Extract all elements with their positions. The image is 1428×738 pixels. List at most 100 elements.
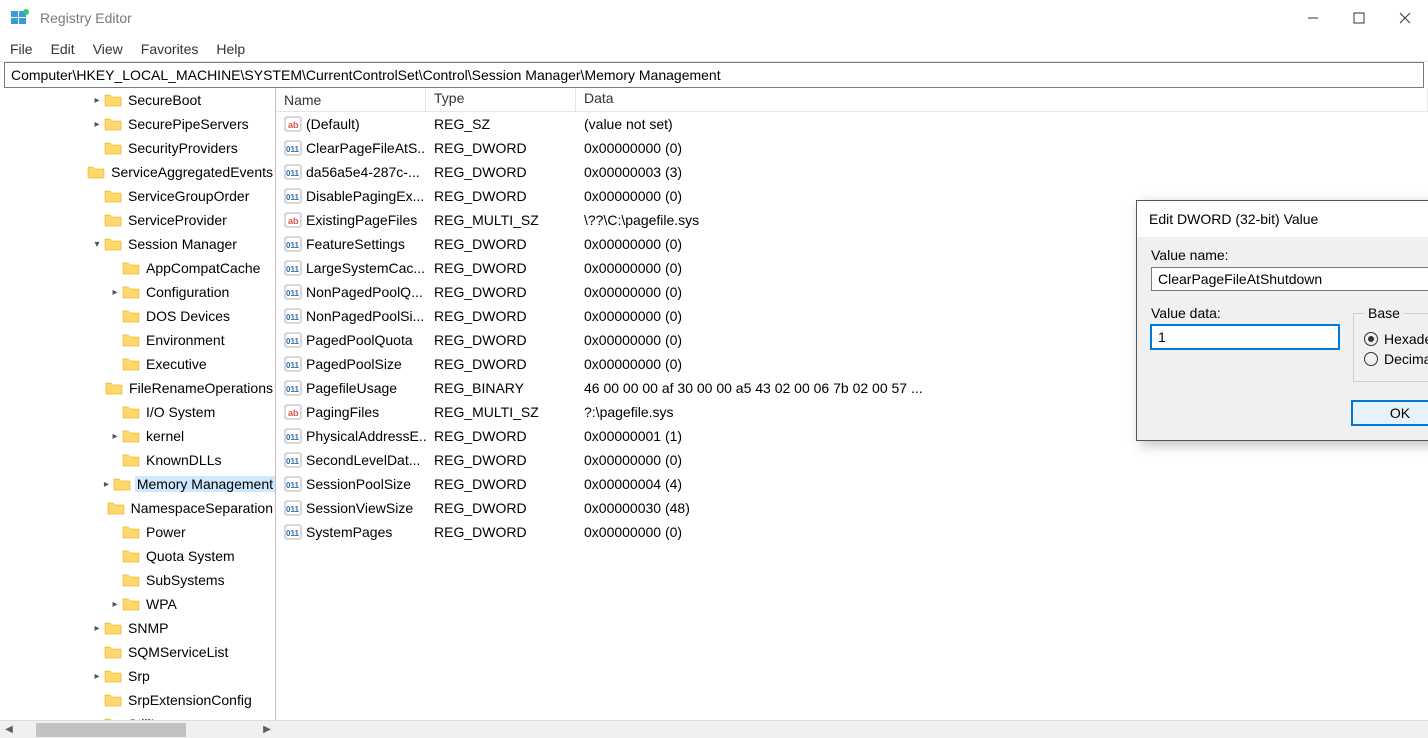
radio-hex-label: Hexadecimal xyxy=(1384,331,1428,347)
value-row[interactable]: 011ClearPageFileAtS...REG_DWORD0x0000000… xyxy=(276,136,1428,160)
col-header-name[interactable]: Name xyxy=(276,88,426,111)
col-header-type[interactable]: Type xyxy=(426,88,576,111)
dialog-titlebar[interactable]: Edit DWORD (32-bit) Value xyxy=(1137,201,1428,237)
tree-item[interactable]: ▸StillImage xyxy=(0,712,275,720)
tree-item[interactable]: ▸kernel xyxy=(0,424,275,448)
tree-item[interactable]: Executive xyxy=(0,352,275,376)
expander-icon[interactable]: ▸ xyxy=(100,479,113,490)
col-header-data[interactable]: Data xyxy=(576,88,1428,111)
tree-item[interactable]: FileRenameOperations xyxy=(0,376,275,400)
tree-item[interactable]: SubSystems xyxy=(0,568,275,592)
menu-favorites[interactable]: Favorites xyxy=(141,41,199,57)
tree-item[interactable]: ▸SNMP xyxy=(0,616,275,640)
tree-item-label: I/O System xyxy=(146,404,215,420)
value-row[interactable]: 011SecondLevelDat...REG_DWORD0x00000000 … xyxy=(276,448,1428,472)
expander-icon[interactable]: ▾ xyxy=(90,239,104,250)
expander-icon[interactable]: ▸ xyxy=(108,599,122,610)
svg-text:ab: ab xyxy=(288,216,299,226)
tree-item[interactable]: ▸ SecureBoot xyxy=(0,88,275,112)
folder-icon xyxy=(122,572,140,588)
menu-edit[interactable]: Edit xyxy=(51,41,75,57)
value-name: (Default) xyxy=(306,116,360,132)
tree-item-label: SQMServiceList xyxy=(128,644,228,660)
value-type: REG_DWORD xyxy=(426,236,576,252)
tree-item[interactable]: Quota System xyxy=(0,544,275,568)
folder-icon xyxy=(104,116,122,132)
radio-decimal[interactable]: Decimal xyxy=(1364,351,1428,367)
tree-item[interactable]: ServiceProvider xyxy=(0,208,275,232)
menu-help[interactable]: Help xyxy=(216,41,245,57)
value-type: REG_DWORD xyxy=(426,500,576,516)
value-name-input[interactable] xyxy=(1151,267,1428,291)
value-type: REG_MULTI_SZ xyxy=(426,212,576,228)
tree-item[interactable]: Power xyxy=(0,520,275,544)
tree-item-label: StillImage xyxy=(128,716,189,720)
tree-item-label: SecureBoot xyxy=(128,92,201,108)
value-row[interactable]: 011da56a5e4-287c-...REG_DWORD0x00000003 … xyxy=(276,160,1428,184)
radio-icon xyxy=(1364,332,1378,346)
close-button[interactable] xyxy=(1382,0,1428,36)
value-type-icon: 011 xyxy=(284,476,302,492)
value-type: REG_SZ xyxy=(426,116,576,132)
tree-item[interactable]: SrpExtensionConfig xyxy=(0,688,275,712)
value-row[interactable]: ab(Default)REG_SZ(value not set) xyxy=(276,112,1428,136)
tree-item[interactable]: AppCompatCache xyxy=(0,256,275,280)
expander-icon[interactable]: ▸ xyxy=(108,431,122,442)
value-type-icon: ab xyxy=(284,212,302,228)
maximize-button[interactable] xyxy=(1336,0,1382,36)
edit-dword-dialog: Edit DWORD (32-bit) Value Value name: Va… xyxy=(1136,200,1428,441)
tree-item-label: WPA xyxy=(146,596,177,612)
value-row[interactable]: 011SessionViewSizeREG_DWORD0x00000030 (4… xyxy=(276,496,1428,520)
tree-item[interactable]: ▸ Srp xyxy=(0,664,275,688)
value-type: REG_DWORD xyxy=(426,452,576,468)
tree-item[interactable]: ServiceAggregatedEvents xyxy=(0,160,275,184)
tree-item-label: FileRenameOperations xyxy=(129,380,273,396)
value-data-input[interactable] xyxy=(1151,325,1339,349)
value-type-icon: ab xyxy=(284,116,302,132)
tree-item[interactable]: SecurityProviders xyxy=(0,136,275,160)
value-row[interactable]: 011SessionPoolSizeREG_DWORD0x00000004 (4… xyxy=(276,472,1428,496)
value-type-icon: 011 xyxy=(284,428,302,444)
address-bar[interactable]: Computer\HKEY_LOCAL_MACHINE\SYSTEM\Curre… xyxy=(4,62,1424,88)
base-legend: Base xyxy=(1364,305,1404,321)
tree-item-label: Srp xyxy=(128,668,150,684)
folder-icon xyxy=(104,644,122,660)
tree-item[interactable]: ▾Session Manager xyxy=(0,232,275,256)
tree-item[interactable]: ▸Memory Management xyxy=(0,472,275,496)
menu-file[interactable]: File xyxy=(10,41,33,57)
tree-horizontal-scrollbar[interactable]: ◀ ▶ xyxy=(0,720,1428,738)
value-name: PagedPoolSize xyxy=(306,356,402,372)
value-data: 0x00000000 (0) xyxy=(576,524,1428,540)
tree-item[interactable]: NamespaceSeparation xyxy=(0,496,275,520)
expander-icon[interactable]: ▸ xyxy=(90,671,104,682)
scroll-right-arrow-icon[interactable]: ▶ xyxy=(258,721,276,738)
minimize-button[interactable] xyxy=(1290,0,1336,36)
tree-item-label: Power xyxy=(146,524,186,540)
tree-item[interactable]: SQMServiceList xyxy=(0,640,275,664)
tree-item[interactable]: I/O System xyxy=(0,400,275,424)
expander-icon[interactable]: ▸ xyxy=(90,623,104,634)
value-type: REG_DWORD xyxy=(426,260,576,276)
expander-icon[interactable]: ▸ xyxy=(108,287,122,298)
scroll-left-arrow-icon[interactable]: ◀ xyxy=(0,721,18,738)
scrollbar-thumb[interactable] xyxy=(36,723,186,737)
tree-item[interactable]: Environment xyxy=(0,328,275,352)
folder-icon xyxy=(122,452,140,468)
tree-item[interactable]: ▸ WPA xyxy=(0,592,275,616)
value-row[interactable]: 011SystemPagesREG_DWORD0x00000000 (0) xyxy=(276,520,1428,544)
menu-view[interactable]: View xyxy=(93,41,123,57)
ok-button[interactable]: OK xyxy=(1351,400,1428,426)
value-type-icon: 011 xyxy=(284,236,302,252)
expander-icon[interactable]: ▸ xyxy=(90,95,104,106)
tree-item[interactable]: DOS Devices xyxy=(0,304,275,328)
expander-icon[interactable]: ▸ xyxy=(90,119,104,130)
tree-item[interactable]: ▸SecurePipeServers xyxy=(0,112,275,136)
tree-item[interactable]: KnownDLLs xyxy=(0,448,275,472)
tree-item-label: Executive xyxy=(146,356,207,372)
tree-item[interactable]: ▸Configuration xyxy=(0,280,275,304)
regedit-icon xyxy=(10,8,30,28)
tree-item-label: SecurityProviders xyxy=(128,140,238,156)
tree-item[interactable]: ServiceGroupOrder xyxy=(0,184,275,208)
tree-pane[interactable]: ▸ SecureBoot ▸SecurePipeServers SecurityPro… xyxy=(0,88,276,720)
radio-hexadecimal[interactable]: Hexadecimal xyxy=(1364,331,1428,347)
